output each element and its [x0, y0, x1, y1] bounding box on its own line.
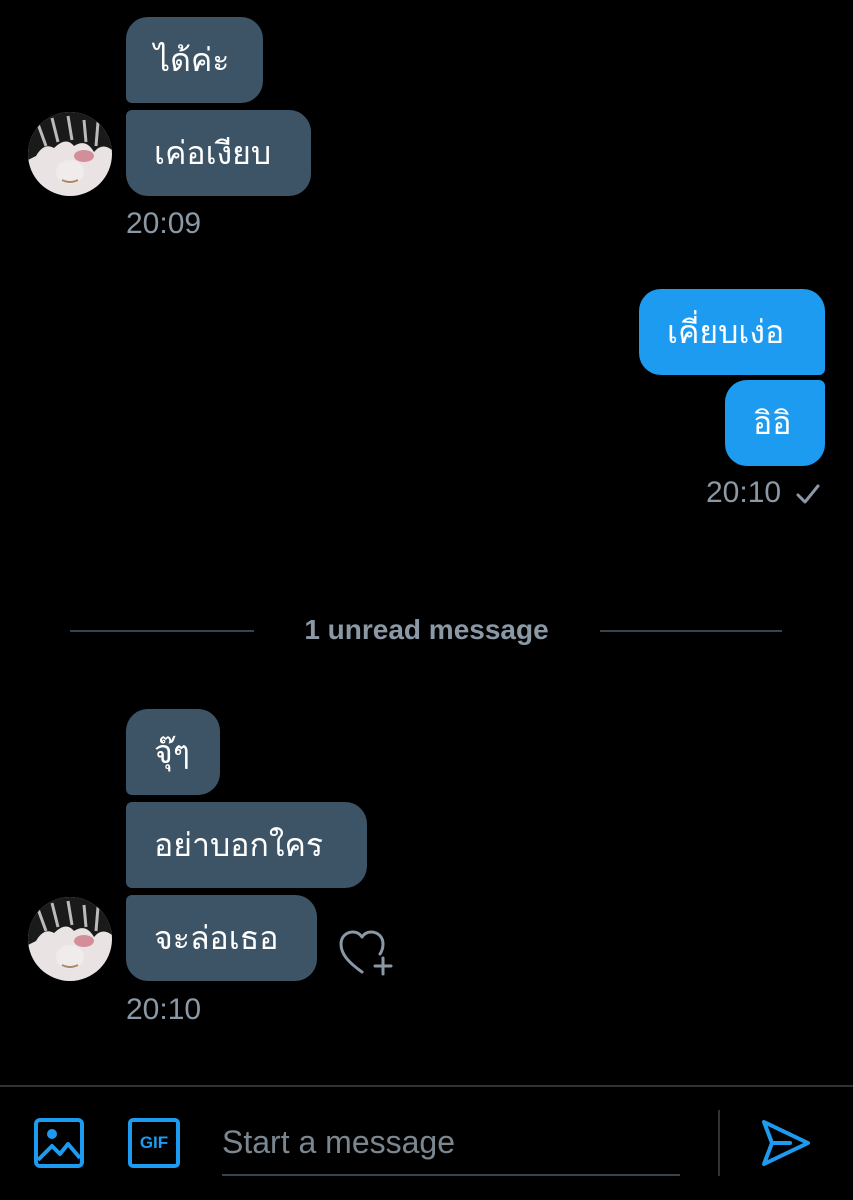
- avatar-image: [28, 897, 112, 981]
- message-text: อย่าบอกใคร: [154, 825, 324, 864]
- message-bubble-incoming[interactable]: ได้ค่ะ: [126, 17, 263, 103]
- gif-label: GIF: [139, 1133, 169, 1152]
- gif-icon[interactable]: GIF: [128, 1118, 180, 1168]
- avatar[interactable]: [28, 897, 112, 981]
- message-bubble-outgoing[interactable]: เคี่ยบเง่อ: [639, 289, 825, 375]
- message-bubble-incoming[interactable]: จะล่อเธอ: [126, 895, 317, 981]
- message-text: เค่อเงียบ: [154, 133, 272, 172]
- message-bubble-incoming[interactable]: อย่าบอกใคร: [126, 802, 367, 888]
- message-text: จุ๊ๆ: [154, 732, 190, 771]
- checkmark-icon: [796, 484, 820, 504]
- composer-separator: [718, 1110, 720, 1176]
- image-icon[interactable]: [34, 1118, 84, 1168]
- message-timestamp: 20:09: [126, 207, 202, 240]
- message-text: อิอิ: [753, 403, 792, 442]
- message-text: เคี่ยบเง่อ: [667, 312, 785, 351]
- message-text: จะล่อเธอ: [154, 918, 279, 957]
- message-bubble-incoming[interactable]: เค่อเงียบ: [126, 110, 311, 196]
- message-input[interactable]: [222, 1110, 680, 1176]
- message-bubble-outgoing[interactable]: อิอิ: [725, 380, 825, 466]
- avatar-image: [28, 112, 112, 196]
- message-text: ได้ค่ะ: [154, 40, 230, 79]
- message-timestamp: 20:10: [126, 993, 202, 1026]
- avatar[interactable]: [28, 112, 112, 196]
- divider-line-right: [600, 630, 782, 632]
- heart-plus-icon[interactable]: [338, 928, 396, 978]
- send-icon[interactable]: [760, 1118, 812, 1168]
- message-bubble-incoming[interactable]: จุ๊ๆ: [126, 709, 220, 795]
- message-timestamp: 20:10: [706, 476, 782, 509]
